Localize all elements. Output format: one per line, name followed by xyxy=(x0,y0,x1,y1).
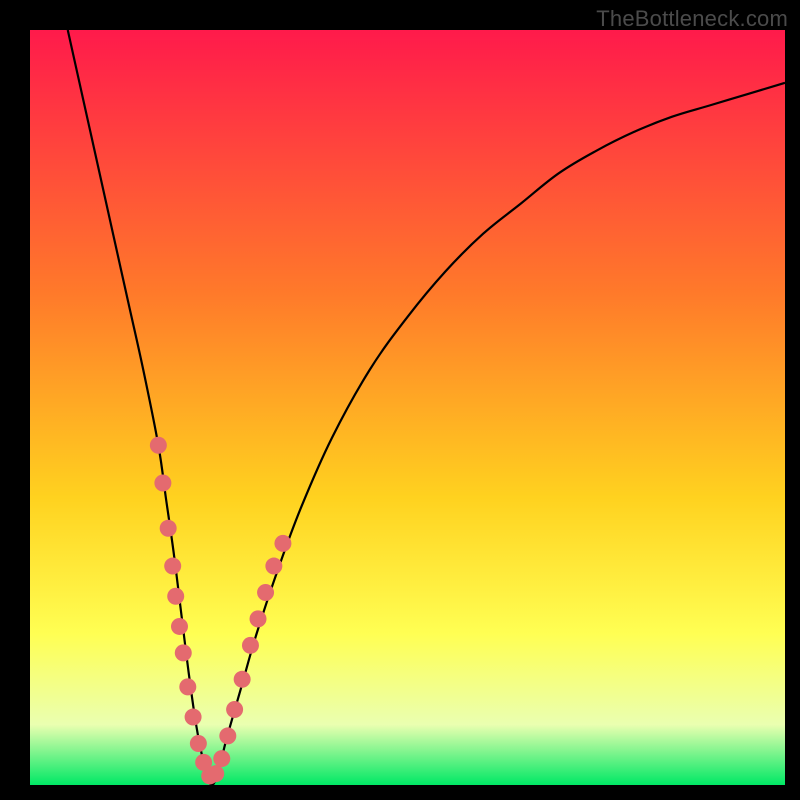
data-point xyxy=(257,584,274,601)
plot-area xyxy=(30,30,785,785)
data-point xyxy=(213,750,230,767)
data-point xyxy=(164,558,181,575)
data-point xyxy=(175,644,192,661)
data-point xyxy=(207,765,224,782)
data-point xyxy=(185,709,202,726)
data-point xyxy=(171,618,188,635)
chart-svg xyxy=(30,30,785,785)
data-point xyxy=(219,727,236,744)
data-point xyxy=(265,558,282,575)
data-point xyxy=(234,671,251,688)
data-point xyxy=(250,610,267,627)
data-point xyxy=(274,535,291,552)
data-point xyxy=(190,735,207,752)
data-point xyxy=(179,678,196,695)
data-point xyxy=(150,437,167,454)
data-point xyxy=(160,520,177,537)
watermark-text: TheBottleneck.com xyxy=(596,6,788,32)
bottleneck-curve xyxy=(68,30,785,785)
data-point xyxy=(167,588,184,605)
data-point xyxy=(154,475,171,492)
data-point xyxy=(242,637,259,654)
outer-frame: TheBottleneck.com xyxy=(0,0,800,800)
data-point xyxy=(226,701,243,718)
